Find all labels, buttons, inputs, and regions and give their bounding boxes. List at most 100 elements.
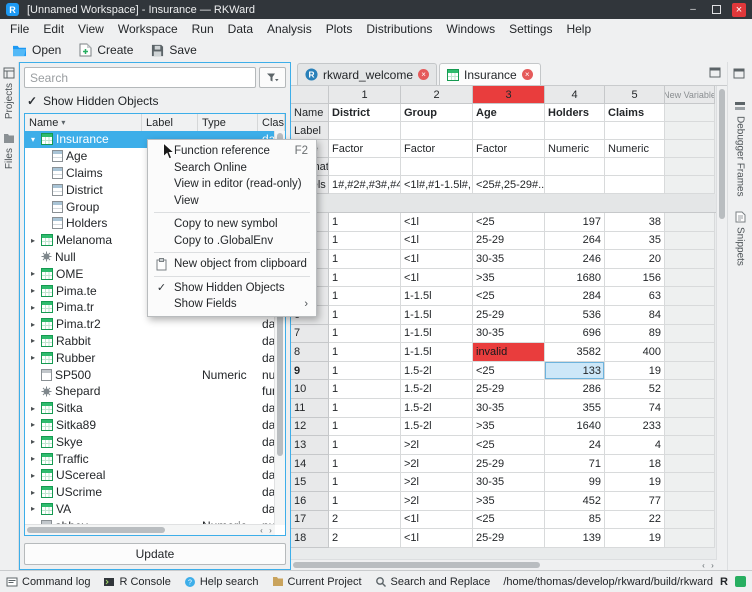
tree-column-header-type[interactable]: Type (198, 114, 258, 131)
column-header-1[interactable]: 1 (329, 86, 401, 104)
column-header-5[interactable]: 5 (605, 86, 665, 104)
meta-cell[interactable] (545, 158, 605, 176)
minimize-button[interactable]: – (686, 3, 700, 17)
tree-item-sitka[interactable]: ▸Sitkadat... (25, 400, 275, 417)
cell-r8c4[interactable]: 3582 (545, 343, 605, 362)
menu-windows[interactable]: Windows (439, 21, 502, 37)
tree-item-pima-tr2[interactable]: ▸Pima.tr2dat... (25, 316, 275, 333)
meta-cell[interactable]: Age (473, 104, 545, 122)
dock-tab-files[interactable]: Files (3, 133, 15, 169)
cell-new-variable[interactable] (665, 473, 715, 492)
cell-r5c3[interactable]: <25 (473, 287, 545, 306)
menu-data[interactable]: Data (221, 21, 260, 37)
column-header-2[interactable]: 2 (401, 86, 473, 104)
menu-view[interactable]: View (71, 21, 111, 37)
tab-insurance[interactable]: Insurance× (439, 63, 541, 85)
column-header-3[interactable]: 3 (473, 86, 545, 104)
cell-r18c5[interactable]: 19 (605, 529, 665, 548)
cell-r16c1[interactable]: 1 (329, 492, 401, 511)
cell-new-variable[interactable] (665, 287, 715, 306)
search-input[interactable] (24, 67, 256, 88)
meta-cell-new-variable[interactable] (665, 140, 715, 158)
maximize-button[interactable] (709, 3, 723, 17)
meta-cell[interactable] (605, 176, 665, 194)
grid-horizontal-scrollbar[interactable]: ‹ › (291, 559, 717, 570)
cell-r3c4[interactable]: 246 (545, 250, 605, 269)
row-header-16[interactable]: 16 (291, 492, 329, 511)
tree-column-header-class[interactable]: Class (258, 114, 285, 131)
cell-r7c5[interactable]: 89 (605, 325, 665, 344)
statusbar-r-console[interactable]: R Console (103, 576, 170, 588)
cell-new-variable[interactable] (665, 529, 715, 548)
filter-button[interactable] (259, 67, 286, 88)
cell-new-variable[interactable] (665, 418, 715, 437)
meta-cell[interactable]: Holders (545, 104, 605, 122)
cell-new-variable[interactable] (665, 362, 715, 381)
meta-cell-new-variable[interactable] (665, 176, 715, 194)
cell-r1c1[interactable]: 1 (329, 213, 401, 232)
meta-row-header-name[interactable]: Name (291, 104, 329, 122)
cell-r15c3[interactable]: 30-35 (473, 473, 545, 492)
cell-r13c3[interactable]: <25 (473, 436, 545, 455)
detach-icon[interactable] (709, 66, 721, 81)
show-hidden-checkbox[interactable]: ✓ Show Hidden Objects (27, 93, 158, 108)
row-header-8[interactable]: 8 (291, 343, 329, 362)
tree-item-skye[interactable]: ▸Skyedat... (25, 433, 275, 450)
cell-r11c2[interactable]: 1.5-2l (401, 399, 473, 418)
meta-cell[interactable] (473, 158, 545, 176)
cell-r4c3[interactable]: >35 (473, 269, 545, 288)
tree-column-header-label[interactable]: Label (142, 114, 198, 131)
tree-item-uscereal[interactable]: ▸UScerealdat... (25, 467, 275, 484)
cell-new-variable[interactable] (665, 455, 715, 474)
cell-r4c1[interactable]: 1 (329, 269, 401, 288)
meta-cell-new-variable[interactable] (665, 122, 715, 140)
cell-r1c2[interactable]: <1l (401, 213, 473, 232)
cell-r12c2[interactable]: 1.5-2l (401, 418, 473, 437)
meta-cell[interactable]: Factor (329, 140, 401, 158)
cell-r4c2[interactable]: <1l (401, 269, 473, 288)
meta-cell[interactable]: <1l#,#1-1.5l#,... (401, 176, 473, 194)
cell-r17c4[interactable]: 85 (545, 511, 605, 530)
meta-cell[interactable]: 1#,#2#,#3#,#4 (329, 176, 401, 194)
cell-r11c5[interactable]: 74 (605, 399, 665, 418)
tab-close-button[interactable]: × (522, 69, 533, 80)
row-header-15[interactable]: 15 (291, 473, 329, 492)
cell-r14c1[interactable]: 1 (329, 455, 401, 474)
cell-r7c2[interactable]: 1-1.5l (401, 325, 473, 344)
close-button[interactable]: × (732, 3, 746, 17)
cell-r2c4[interactable]: 264 (545, 232, 605, 251)
cell-r16c2[interactable]: >2l (401, 492, 473, 511)
scrollbar-thumb[interactable] (293, 562, 540, 568)
cell-new-variable[interactable] (665, 232, 715, 251)
meta-cell[interactable] (473, 122, 545, 140)
menu-settings[interactable]: Settings (502, 21, 559, 37)
row-header-14[interactable]: 14 (291, 455, 329, 474)
tree-item-sitka89[interactable]: ▸Sitka89dat... (25, 417, 275, 434)
cell-new-variable[interactable] (665, 511, 715, 530)
cell-r16c3[interactable]: >35 (473, 492, 545, 511)
meta-row-header-label[interactable]: Label (291, 122, 329, 140)
cell-r7c3[interactable]: 30-35 (473, 325, 545, 344)
cell-r8c3[interactable]: invalid (473, 343, 545, 362)
context-menu-item-view-in-editor-read-only[interactable]: View in editor (read-only) (148, 176, 316, 193)
cell-r18c3[interactable]: 25-29 (473, 529, 545, 548)
meta-cell[interactable]: Claims (605, 104, 665, 122)
row-header-18[interactable]: 18 (291, 529, 329, 548)
column-header-new-variable[interactable]: #New Variable# (665, 86, 715, 104)
cell-r8c1[interactable]: 1 (329, 343, 401, 362)
tree-item-sp500[interactable]: SP500Numericnu... (25, 366, 275, 383)
save-button[interactable]: Save (143, 41, 204, 59)
cell-new-variable[interactable] (665, 306, 715, 325)
menu-file[interactable]: File (3, 21, 36, 37)
row-header-10[interactable]: 10 (291, 380, 329, 399)
cell-new-variable[interactable] (665, 492, 715, 511)
menu-plots[interactable]: Plots (319, 21, 360, 37)
cell-r15c2[interactable]: >2l (401, 473, 473, 492)
cell-r15c1[interactable]: 1 (329, 473, 401, 492)
meta-cell[interactable] (605, 158, 665, 176)
cell-r4c5[interactable]: 156 (605, 269, 665, 288)
menu-analysis[interactable]: Analysis (260, 21, 319, 37)
cell-new-variable[interactable] (665, 399, 715, 418)
cell-r6c3[interactable]: 25-29 (473, 306, 545, 325)
cell-r13c2[interactable]: >2l (401, 436, 473, 455)
